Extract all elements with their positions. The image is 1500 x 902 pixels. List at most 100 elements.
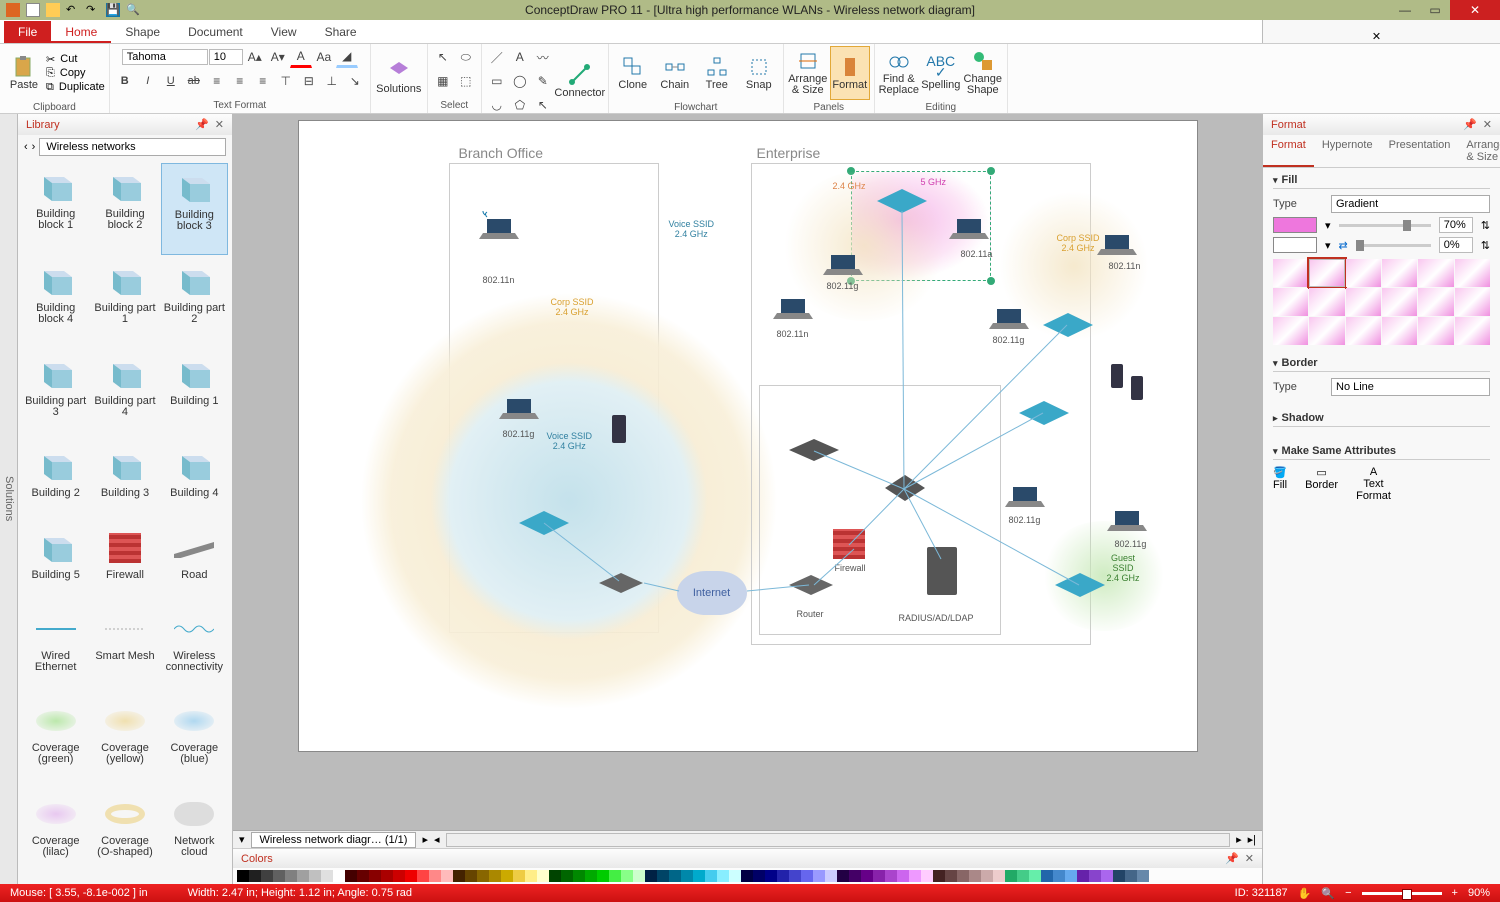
- paste-button[interactable]: Paste: [4, 46, 44, 100]
- color-swatch[interactable]: [585, 870, 597, 882]
- scroll-end-icon[interactable]: ▸|: [1248, 833, 1256, 846]
- canvas-scroll[interactable]: Branch Office Corp SSID 2.4 GHz Voice SS…: [233, 114, 1262, 830]
- same-text-button[interactable]: AText Format: [1356, 466, 1391, 502]
- arrange-size-button[interactable]: Arrange & Size: [788, 46, 828, 100]
- tab-shape[interactable]: Shape: [111, 21, 174, 43]
- gradient-preset[interactable]: [1273, 259, 1308, 287]
- new-doc-icon[interactable]: [26, 3, 40, 17]
- find-replace-button[interactable]: Find & Replace: [879, 46, 919, 100]
- color-swatch[interactable]: [873, 870, 885, 882]
- color-swatch[interactable]: [309, 870, 321, 882]
- color-swatch[interactable]: [597, 870, 609, 882]
- gradient-preset[interactable]: [1273, 317, 1308, 345]
- gradient-preset[interactable]: [1418, 317, 1453, 345]
- color-swatch[interactable]: [1113, 870, 1125, 882]
- pct2-input[interactable]: [1439, 237, 1473, 253]
- color-swatch[interactable]: [417, 870, 429, 882]
- library-item[interactable]: Building block 1: [22, 163, 89, 255]
- chevron-down-icon[interactable]: ▾: [1325, 239, 1331, 252]
- color-swatch[interactable]: [465, 870, 477, 882]
- color-swatch[interactable]: [861, 870, 873, 882]
- color-swatch[interactable]: [489, 870, 501, 882]
- color-swatch[interactable]: [261, 870, 273, 882]
- color-swatch[interactable]: [561, 870, 573, 882]
- close-panel-icon[interactable]: ✕: [1483, 118, 1492, 131]
- arc-tool[interactable]: ◡: [486, 94, 508, 116]
- gradient-preset[interactable]: [1382, 288, 1417, 316]
- solutions-button[interactable]: Solutions: [375, 51, 423, 105]
- gradient-preset[interactable]: [1346, 317, 1381, 345]
- color-swatch[interactable]: [693, 870, 705, 882]
- color-swatch[interactable]: [285, 870, 297, 882]
- align-bot-button[interactable]: ⊥: [321, 70, 343, 92]
- pct1-input[interactable]: [1439, 217, 1473, 233]
- cut-button[interactable]: ✂ Cut: [46, 53, 105, 66]
- copy-button[interactable]: ⎘ Copy: [46, 67, 105, 80]
- drawing-page[interactable]: Branch Office Corp SSID 2.4 GHz Voice SS…: [298, 120, 1198, 752]
- open-icon[interactable]: [46, 3, 60, 17]
- pin-icon[interactable]: 📌: [195, 118, 209, 131]
- color-swatch[interactable]: [1077, 870, 1089, 882]
- change-shape-button[interactable]: Change Shape: [963, 46, 1003, 100]
- redo-icon[interactable]: ↷: [86, 3, 100, 17]
- library-item[interactable]: Building block 4: [22, 257, 89, 347]
- color-swatch[interactable]: [705, 870, 717, 882]
- lasso-tool[interactable]: ⬭: [455, 46, 477, 68]
- rect-tool[interactable]: ▭: [486, 70, 508, 92]
- color-swatch[interactable]: [501, 870, 513, 882]
- library-item[interactable]: Coverage (yellow): [91, 697, 158, 787]
- phone-node[interactable]: [1129, 373, 1145, 403]
- color-swatch[interactable]: [537, 870, 549, 882]
- gradient-preset[interactable]: [1455, 259, 1490, 287]
- highlight-button[interactable]: ◢: [336, 46, 358, 68]
- laptop-node[interactable]: [989, 301, 1029, 331]
- color-swatch[interactable]: [453, 870, 465, 882]
- close-button[interactable]: ✕: [1450, 0, 1500, 20]
- color-swatch[interactable]: [393, 870, 405, 882]
- border-type-dropdown[interactable]: No Line: [1331, 378, 1490, 396]
- qat-icon[interactable]: [6, 3, 20, 17]
- library-item[interactable]: Building part 4: [91, 350, 158, 440]
- spinner-icon[interactable]: ⇅: [1481, 239, 1490, 252]
- color-swatch[interactable]: [1137, 870, 1149, 882]
- ap-node[interactable]: [877, 189, 927, 213]
- core-switch-node[interactable]: [885, 475, 925, 501]
- tab-share[interactable]: Share: [311, 21, 371, 43]
- fmt-tab-hypernote[interactable]: Hypernote: [1314, 135, 1381, 167]
- gradient-preset[interactable]: [1455, 317, 1490, 345]
- gradient-preset[interactable]: [1455, 288, 1490, 316]
- fmt-tab-arrange[interactable]: Arrange & Size: [1458, 135, 1500, 167]
- gradient-slider-2[interactable]: [1356, 244, 1431, 247]
- gradient-preset[interactable]: [1346, 259, 1381, 287]
- color-swatch[interactable]: [909, 870, 921, 882]
- color-swatch[interactable]: [321, 870, 333, 882]
- color-swatch[interactable]: [777, 870, 789, 882]
- library-item[interactable]: Building part 2: [161, 257, 228, 347]
- align-mid-button[interactable]: ⊟: [298, 70, 320, 92]
- color-swatch[interactable]: [681, 870, 693, 882]
- dialog-launcher-icon[interactable]: ↘: [344, 70, 366, 92]
- library-item[interactable]: Building block 2: [91, 163, 158, 255]
- enterprise-inner-box[interactable]: [759, 385, 1001, 635]
- pointer-tool[interactable]: ↖: [432, 46, 454, 68]
- library-item[interactable]: Coverage (lilac): [22, 790, 89, 880]
- library-item[interactable]: Network cloud: [161, 790, 228, 880]
- library-item[interactable]: Building 2: [22, 442, 89, 521]
- group-select-tool[interactable]: ▦: [432, 70, 454, 92]
- close2-icon[interactable]: ✕: [1372, 30, 1381, 43]
- color-swatch[interactable]: [297, 870, 309, 882]
- color-swatch[interactable]: [441, 870, 453, 882]
- color-swatch[interactable]: [729, 870, 741, 882]
- laptop-node[interactable]: [823, 247, 863, 277]
- maximize-button[interactable]: ▭: [1420, 0, 1450, 20]
- color-swatch[interactable]: [813, 870, 825, 882]
- color-swatch[interactable]: [1065, 870, 1077, 882]
- color-swatch[interactable]: [381, 870, 393, 882]
- spelling-button[interactable]: ABC✓Spelling: [921, 46, 961, 100]
- router-node[interactable]: [599, 573, 643, 593]
- color-swatch[interactable]: [621, 870, 633, 882]
- spline-tool[interactable]: 〰: [532, 46, 554, 68]
- library-item[interactable]: Coverage (O-shaped): [91, 790, 158, 880]
- select-all-tool[interactable]: ⬚: [455, 70, 477, 92]
- fill-color-2[interactable]: [1273, 237, 1317, 253]
